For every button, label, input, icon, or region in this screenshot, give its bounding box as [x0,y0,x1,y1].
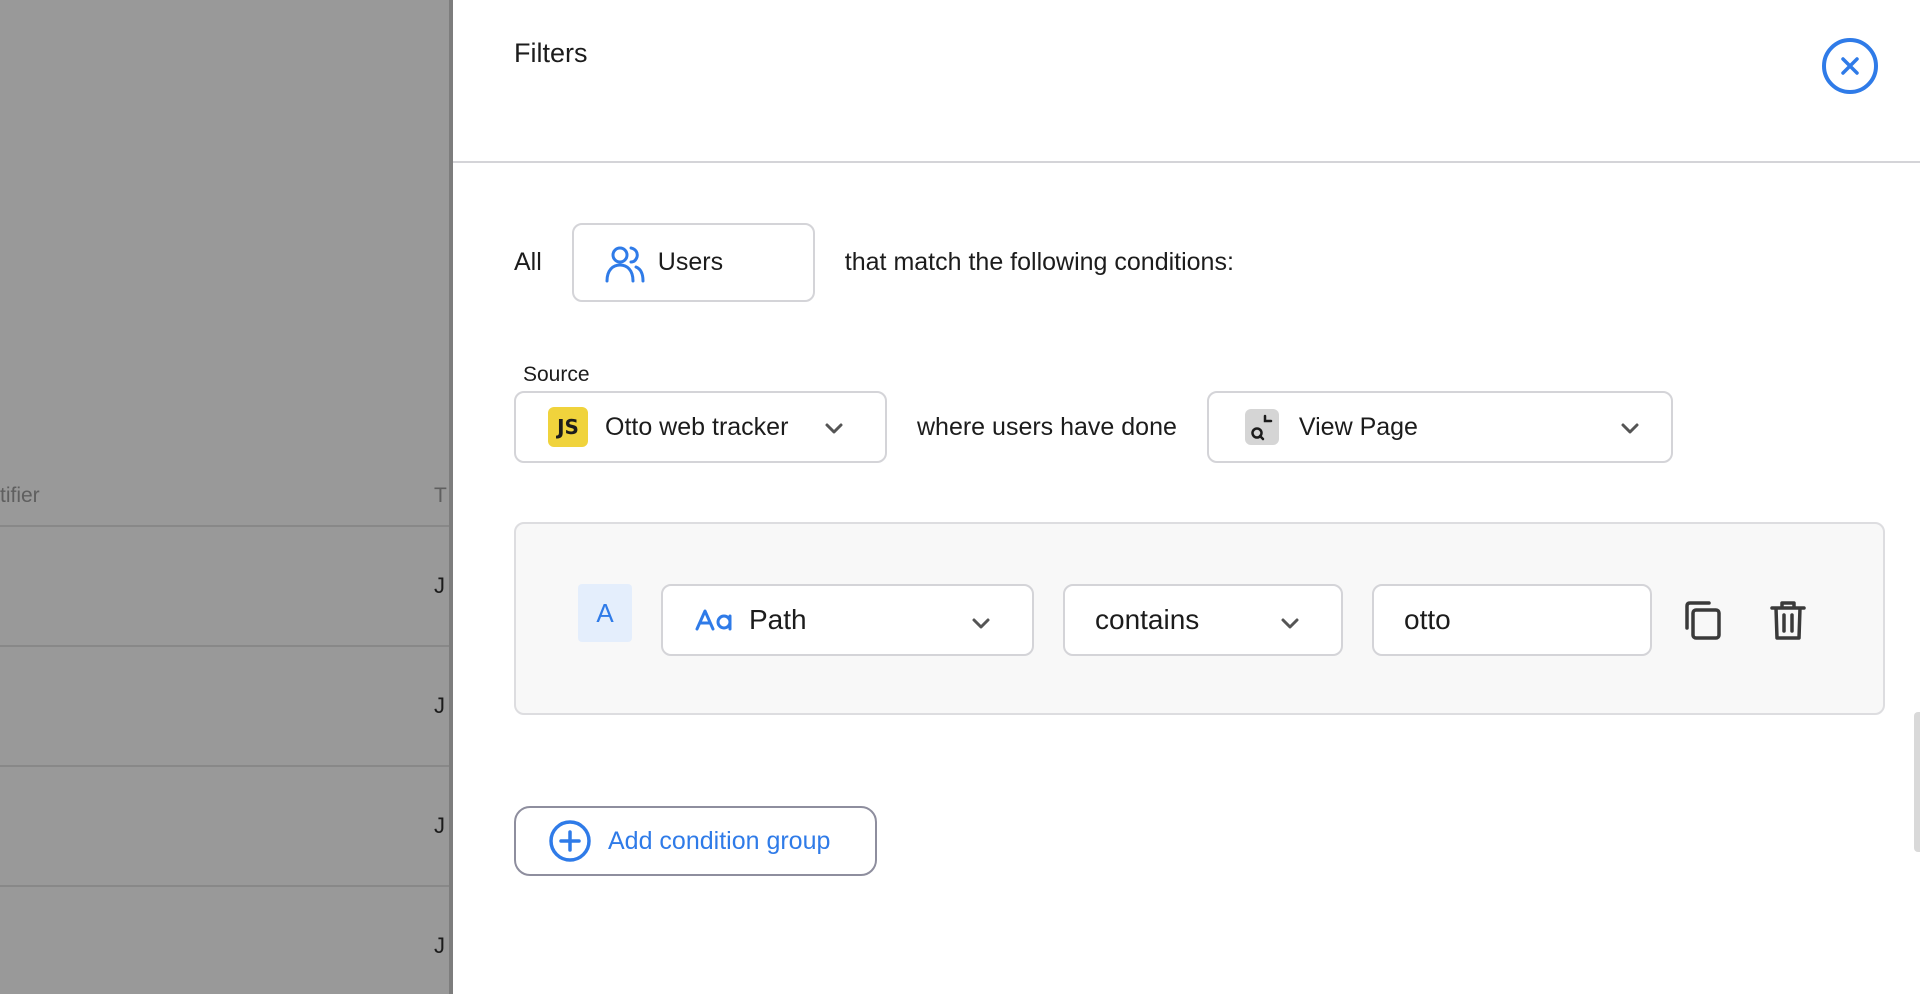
copy-icon [1685,601,1721,640]
trash-icon [1770,601,1806,640]
condition-value-input[interactable]: otto [1372,584,1652,656]
add-condition-group-label: Add condition group [608,826,831,855]
table-row: J [0,767,452,887]
match-row: All Users that match the following condi… [514,223,1234,302]
duplicate-condition-button[interactable] [1679,596,1727,644]
view-page-icon [1244,409,1279,445]
condition-value: otto [1404,604,1451,635]
property-value: Path [749,604,807,635]
drawer-header: Filters [453,0,1920,163]
all-label: All [514,248,542,276]
delete-condition-button[interactable] [1764,596,1812,644]
source-select[interactable]: JS Otto web tracker [514,391,887,463]
text-type-icon [695,609,732,631]
source-label: Source [523,363,590,386]
entity-label: Users [657,248,724,276]
event-value: View Page [1298,412,1418,441]
add-condition-group-button[interactable]: Add condition group [514,806,877,876]
chevron-down-icon [1621,423,1639,434]
condition-letter-badge: A [578,584,632,642]
chevron-down-icon [1281,618,1299,629]
table-cell: J [434,933,445,958]
match-conditions-label: that match the following conditions: [844,248,1234,276]
drawer-edge-handle [1914,712,1920,852]
entity-selector[interactable]: Users [571,223,815,302]
close-circle-icon [1841,57,1859,75]
table-row: J [0,527,452,647]
background-table-header: tifier T [0,470,452,527]
operator-value: contains [1095,604,1200,635]
source-value: Otto web tracker [605,412,789,441]
table-row: J [0,647,452,767]
source-row: JS Otto web tracker where users have don… [514,391,1673,463]
chevron-down-icon [972,618,990,629]
table-cell: J [434,693,445,718]
js-badge-icon: JS [548,407,588,447]
users-icon [605,246,645,282]
plus-circle-icon [549,820,591,862]
filters-drawer: Filters All Users that match the followi… [449,0,1920,994]
background-table: tifier T J J J J [0,0,452,994]
drawer-title: Filters [514,38,588,68]
chevron-down-icon [825,423,843,434]
background-column-t: T [434,484,447,507]
condition-group: A Path contains otto [514,522,1885,715]
connector-label: where users have done [917,412,1177,441]
property-select[interactable]: Path [661,584,1034,656]
operator-select[interactable]: contains [1063,584,1343,656]
close-button[interactable] [1822,38,1878,94]
background-column-identifier: tifier [0,484,40,507]
table-row: J [0,887,452,994]
table-cell: J [434,813,445,838]
table-cell: J [434,573,445,598]
event-select[interactable]: View Page [1206,391,1673,463]
